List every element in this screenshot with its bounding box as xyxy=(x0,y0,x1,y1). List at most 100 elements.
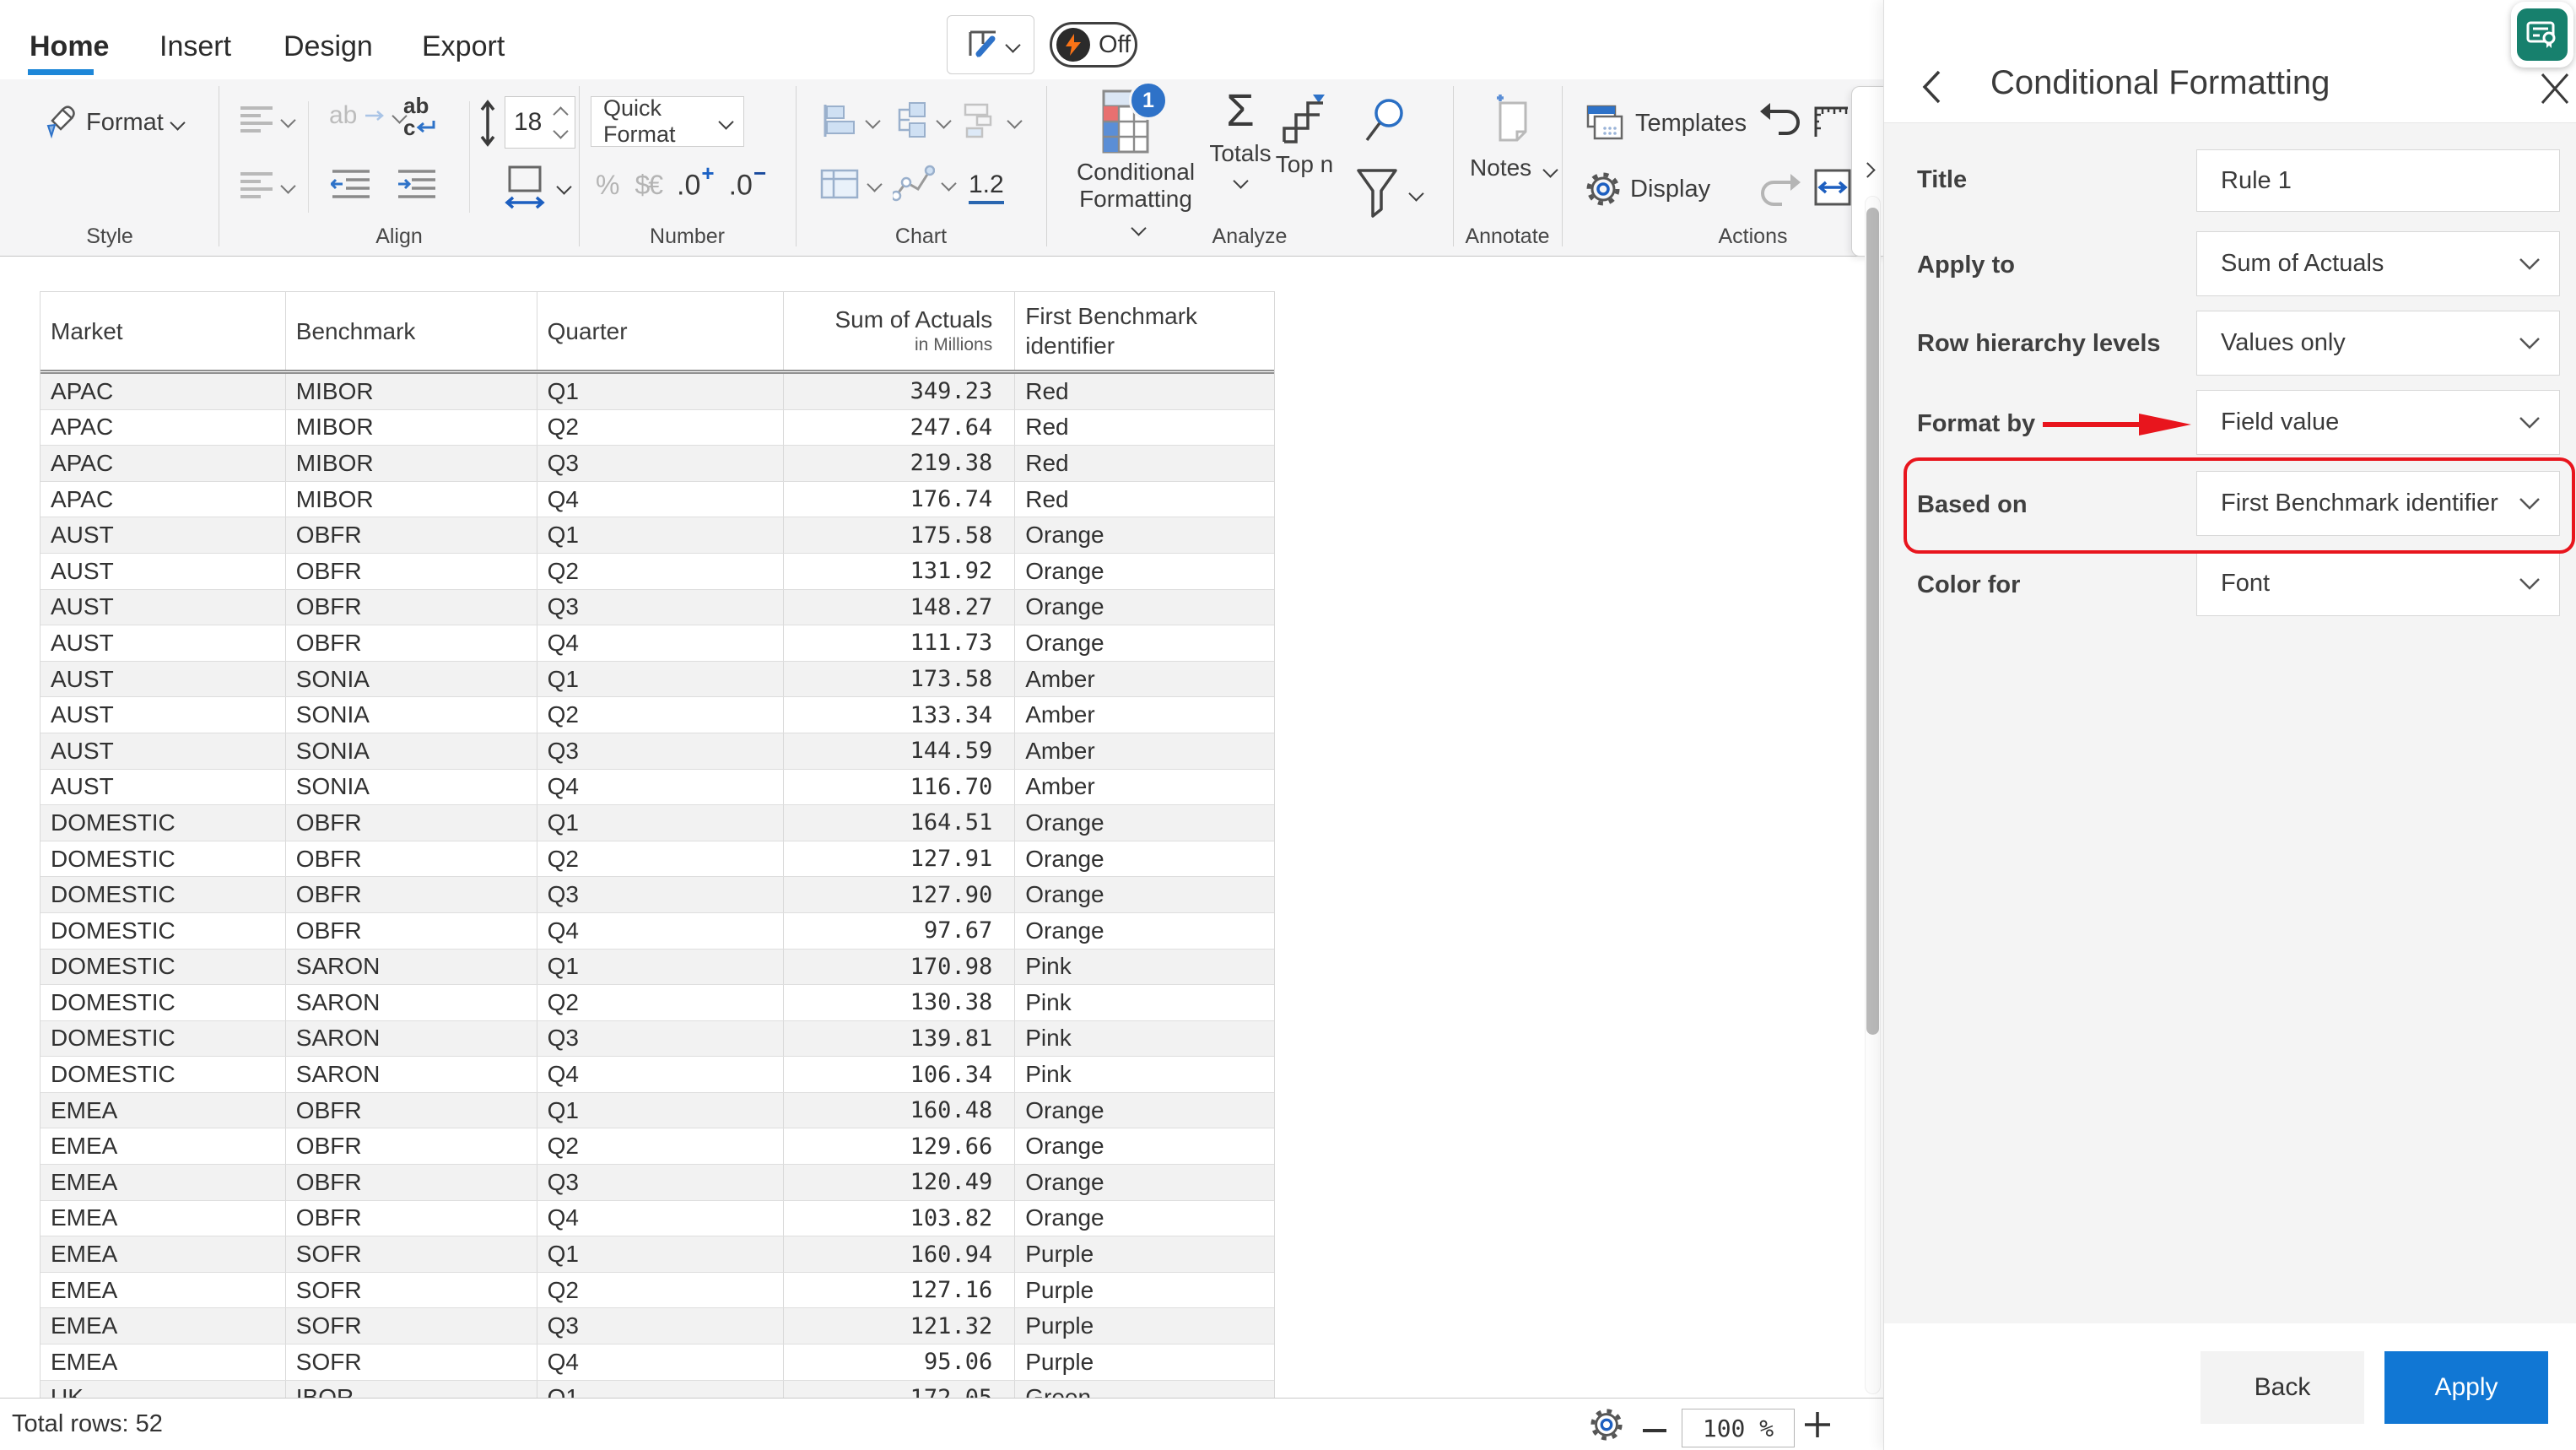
display-button[interactable]: Display xyxy=(1585,170,1710,208)
format-by-dropdown[interactable]: Field value xyxy=(2196,390,2560,455)
table-row[interactable]: EMEAOBFRQ2129.66Orange xyxy=(41,1128,1274,1165)
table-cell: SOFR xyxy=(286,1308,537,1344)
font-size-stepper[interactable]: 18 xyxy=(505,96,575,149)
table-row[interactable]: APACMIBORQ1349.23Red xyxy=(41,374,1274,410)
table-cell: DOMESTIC xyxy=(41,805,286,841)
templates-button[interactable]: Templates xyxy=(1583,103,1747,143)
table-cell: Q4 xyxy=(537,913,785,949)
horizontal-align-button[interactable] xyxy=(239,105,294,135)
close-button[interactable] xyxy=(2541,73,2569,109)
hierarchy-chart-type-button[interactable] xyxy=(891,100,949,142)
conditional-formatting-button[interactable]: 1 Conditional Formatting xyxy=(1102,89,1203,241)
table-row[interactable]: APACMIBORQ2247.64Red xyxy=(41,410,1274,446)
apply-to-dropdown[interactable]: Sum of Actuals xyxy=(2196,231,2560,296)
column-header-benchmark[interactable]: Benchmark xyxy=(286,292,537,370)
edit-mode-button[interactable] xyxy=(947,15,1034,74)
stepper-arrows[interactable] xyxy=(555,109,566,137)
table-row[interactable]: DOMESTICOBFRQ3127.90Orange xyxy=(41,877,1274,913)
tab-design[interactable]: Design xyxy=(284,30,373,63)
resize-button[interactable] xyxy=(1812,167,1853,214)
table-row[interactable]: EMEASOFRQ2127.16Purple xyxy=(41,1273,1274,1309)
format-painter-button[interactable]: Format xyxy=(41,98,183,147)
filter-button[interactable] xyxy=(1355,167,1422,219)
borders-button[interactable] xyxy=(503,162,570,211)
redo-button[interactable] xyxy=(1760,170,1801,217)
pivot-table[interactable]: Market Benchmark Quarter Sum of Actuals … xyxy=(40,291,1275,1398)
gantt-chart-type-button[interactable] xyxy=(962,100,1020,142)
indent-decrease-button[interactable] xyxy=(331,169,371,208)
notes-button[interactable]: Notes xyxy=(1468,91,1558,181)
table-row[interactable]: AUSTSONIAQ3144.59Amber xyxy=(41,733,1274,770)
table-settings-button[interactable] xyxy=(1589,1407,1624,1447)
text-direction-button[interactable]: ab xyxy=(329,101,405,130)
column-header-sum-of-actuals[interactable]: Sum of Actuals in Millions xyxy=(784,292,1015,370)
color-for-dropdown[interactable]: Font xyxy=(2196,551,2560,616)
table-cell: Pink xyxy=(1015,1057,1274,1092)
table-row[interactable]: APACMIBORQ4176.74Red xyxy=(41,482,1274,518)
tab-insert[interactable]: Insert xyxy=(159,30,231,63)
top-n-button[interactable]: Top n xyxy=(1269,93,1340,178)
table-row[interactable]: EMEAOBFRQ4103.82Orange xyxy=(41,1201,1274,1237)
tab-export[interactable]: Export xyxy=(422,30,505,63)
table-row[interactable]: AUSTOBFRQ3148.27Orange xyxy=(41,590,1274,626)
table-row[interactable]: DOMESTICOBFRQ2127.91Orange xyxy=(41,841,1274,878)
quick-format-dropdown[interactable]: Quick Format xyxy=(591,96,744,147)
table-row[interactable]: DOMESTICSARONQ3139.81Pink xyxy=(41,1021,1274,1058)
currency-format-button[interactable]: $€ xyxy=(635,170,662,201)
column-header-quarter[interactable]: Quarter xyxy=(537,292,785,370)
table-row[interactable]: EMEASOFRQ3121.32Purple xyxy=(41,1308,1274,1344)
table-row[interactable]: DOMESTICSARONQ4106.34Pink xyxy=(41,1057,1274,1093)
undo-button[interactable] xyxy=(1760,100,1801,146)
back-button[interactable]: Back xyxy=(2201,1351,2364,1424)
table-row[interactable]: UKIBORQ1172.05Green xyxy=(41,1381,1274,1398)
percent-format-button[interactable]: % xyxy=(596,170,619,201)
table-row[interactable]: AUSTSONIAQ4116.70Amber xyxy=(41,770,1274,806)
back-chevron-button[interactable] xyxy=(1921,69,1941,109)
table-row[interactable]: DOMESTICSARONQ1170.98Pink xyxy=(41,950,1274,986)
scrollbar-thumb[interactable] xyxy=(1866,208,1879,1035)
row-hierarchy-levels-dropdown[interactable]: Values only xyxy=(2196,311,2560,376)
table-row[interactable]: DOMESTICOBFRQ497.67Orange xyxy=(41,913,1274,950)
table-row[interactable]: EMEASOFRQ495.06Purple xyxy=(41,1344,1274,1381)
table-row[interactable]: EMEAOBFRQ1160.48Orange xyxy=(41,1093,1274,1129)
column-header-market[interactable]: Market xyxy=(41,292,286,370)
zoom-in-button[interactable] xyxy=(1805,1412,1830,1442)
floating-widget[interactable] xyxy=(2511,2,2573,68)
chevron-down-icon xyxy=(2519,416,2541,429)
table-row[interactable]: AUSTOBFRQ4111.73Orange xyxy=(41,625,1274,662)
based-on-dropdown[interactable]: First Benchmark identifier xyxy=(2196,471,2560,536)
apply-button[interactable]: Apply xyxy=(2384,1351,2548,1424)
wrap-text-button[interactable]: ab c xyxy=(403,95,435,138)
table-cell: 130.38 xyxy=(784,985,1015,1020)
zoom-level-field[interactable]: 100 % xyxy=(1682,1409,1795,1447)
zoom-out-button[interactable] xyxy=(1643,1422,1666,1437)
table-row[interactable]: AUSTOBFRQ1175.58Orange xyxy=(41,517,1274,554)
line-chart-button[interactable] xyxy=(893,164,954,203)
vertical-align-button[interactable] xyxy=(239,170,294,201)
table-row[interactable]: DOMESTICOBFRQ1164.51Orange xyxy=(41,805,1274,841)
ruler-button[interactable] xyxy=(1812,101,1850,144)
table-view-button[interactable] xyxy=(820,167,880,201)
table-row[interactable]: EMEAOBFRQ3120.49Orange xyxy=(41,1165,1274,1201)
add-decimal-button[interactable]: .0+ xyxy=(677,164,714,202)
search-button[interactable] xyxy=(1364,95,1407,161)
indent-increase-button[interactable] xyxy=(397,169,437,208)
table-row[interactable]: AUSTSONIAQ1173.58Amber xyxy=(41,662,1274,698)
decimals-button[interactable]: 1.2 xyxy=(969,170,1004,204)
title-input[interactable]: Rule 1 xyxy=(2196,149,2560,212)
table-row[interactable]: AUSTSONIAQ2133.34Amber xyxy=(41,697,1274,733)
bar-chart-type-button[interactable] xyxy=(820,100,878,142)
table-cell: MIBOR xyxy=(286,482,537,517)
column-header-first-benchmark-identifier[interactable]: First Benchmark identifier xyxy=(1015,292,1274,370)
table-cell: Orange xyxy=(1015,1201,1274,1236)
totals-button[interactable]: Σ Totals xyxy=(1207,88,1274,191)
table-row[interactable]: APACMIBORQ3219.38Red xyxy=(41,446,1274,482)
table-cell: Q4 xyxy=(537,770,785,805)
remove-decimal-button[interactable]: .0− xyxy=(729,164,766,202)
table-row[interactable]: EMEASOFRQ1160.94Purple xyxy=(41,1236,1274,1273)
table-cell: UK xyxy=(41,1381,286,1398)
table-row[interactable]: DOMESTICSARONQ2130.38Pink xyxy=(41,985,1274,1021)
table-row[interactable]: AUSTOBFRQ2131.92Orange xyxy=(41,554,1274,590)
auto-update-toggle[interactable]: Off xyxy=(1050,22,1137,68)
tab-home[interactable]: Home xyxy=(30,30,109,63)
